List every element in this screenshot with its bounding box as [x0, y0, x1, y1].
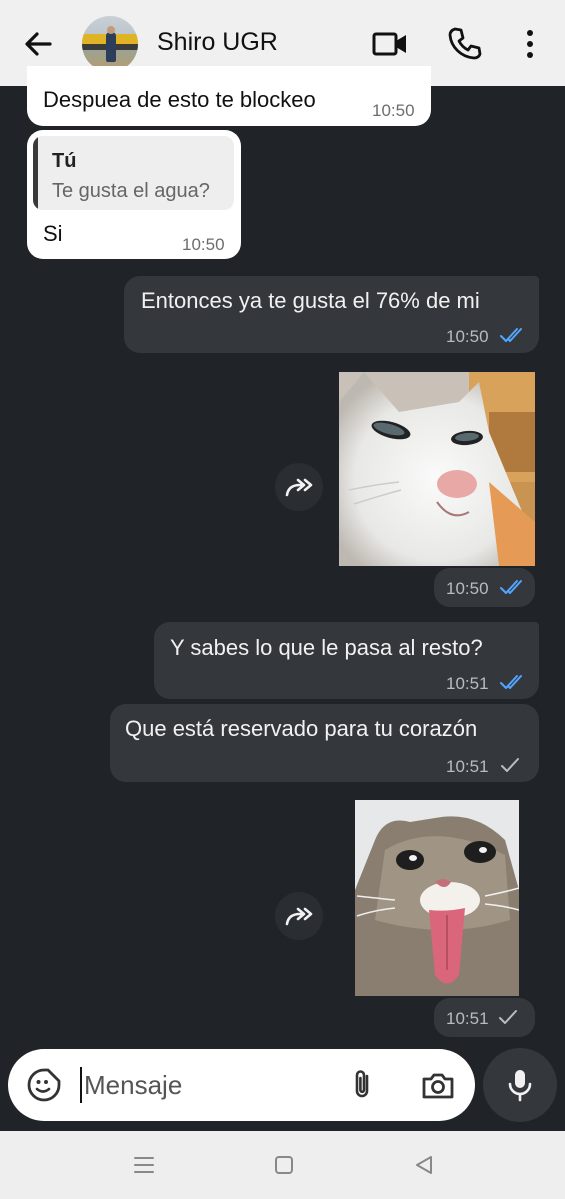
- system-nav-bar: [0, 1131, 565, 1199]
- mic-button[interactable]: [483, 1048, 557, 1122]
- message-time: 10:51: [446, 757, 489, 776]
- message-text: Despuea de esto te blockeo: [43, 87, 316, 112]
- forward-icon: [285, 907, 313, 926]
- quote-author: Tú: [52, 150, 77, 172]
- sticker-time-bubble: 10:51: [434, 998, 535, 1037]
- quote-text: Te gusta el agua?: [52, 180, 210, 202]
- message-incoming[interactable]: Despuea de esto te blockeo 10:50: [27, 66, 431, 126]
- message-composer: [8, 1049, 475, 1121]
- home-icon[interactable]: [272, 1153, 296, 1177]
- forward-icon: [285, 478, 313, 497]
- message-incoming-reply[interactable]: Tú Te gusta el agua? Si 10:50: [27, 130, 241, 259]
- message-text: Entonces ya te gusta el 76% de mi: [141, 288, 480, 313]
- message-text: Que está reservado para tu corazón: [125, 716, 478, 741]
- sticker-cat-tongue-out[interactable]: [355, 800, 519, 996]
- sent-tick-icon: [499, 1010, 517, 1024]
- sticker-smug-white-cat[interactable]: [339, 372, 535, 566]
- forward-button[interactable]: [275, 892, 323, 940]
- quoted-message[interactable]: Tú Te gusta el agua?: [33, 136, 234, 210]
- message-text: Si: [43, 221, 63, 246]
- message-outgoing[interactable]: Entonces ya te gusta el 76% de mi 10:50: [124, 276, 539, 353]
- more-vert-icon[interactable]: [510, 24, 550, 64]
- avatar[interactable]: [82, 16, 138, 72]
- read-receipt-icon: [500, 580, 522, 594]
- message-time: 10:50: [446, 579, 489, 598]
- read-receipt-icon: [500, 328, 522, 342]
- read-receipt-icon: [500, 675, 522, 689]
- forward-button[interactable]: [275, 463, 323, 511]
- contact-name[interactable]: Shiro UGR: [157, 28, 278, 57]
- emoji-sticker-icon[interactable]: [26, 1067, 62, 1103]
- message-time: 10:50: [372, 101, 415, 120]
- phone-icon[interactable]: [444, 24, 484, 64]
- nav-back-icon[interactable]: [412, 1153, 436, 1177]
- quote-bar: [33, 136, 38, 210]
- mic-icon: [508, 1070, 532, 1102]
- back-arrow-icon[interactable]: [18, 24, 58, 64]
- sent-tick-icon: [501, 758, 519, 772]
- message-input[interactable]: [80, 1067, 330, 1103]
- recent-apps-icon[interactable]: [132, 1153, 156, 1177]
- sticker-time-bubble: 10:50: [434, 568, 535, 607]
- camera-icon[interactable]: [420, 1067, 456, 1103]
- video-call-icon[interactable]: [370, 24, 410, 64]
- message-text: Y sabes lo que le pasa al resto?: [170, 635, 483, 660]
- message-outgoing[interactable]: Que está reservado para tu corazón 10:51: [110, 704, 539, 782]
- message-time: 10:50: [446, 327, 489, 346]
- message-time: 10:50: [182, 235, 225, 254]
- message-time: 10:51: [446, 674, 489, 693]
- message-time: 10:51: [446, 1009, 489, 1028]
- attach-icon[interactable]: [345, 1067, 381, 1103]
- message-outgoing[interactable]: Y sabes lo que le pasa al resto? 10:51: [154, 622, 539, 699]
